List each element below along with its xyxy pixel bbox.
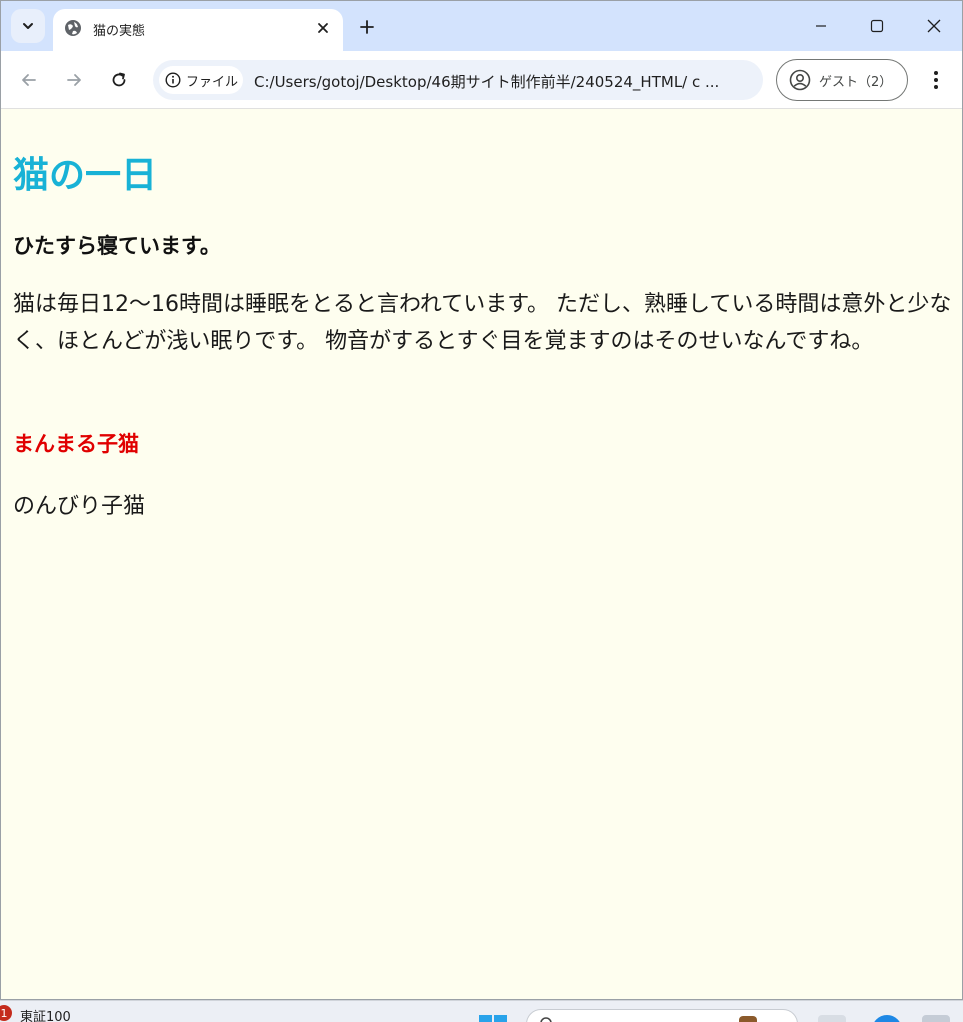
search-highlight-icon (739, 1016, 757, 1022)
minimize-icon (816, 25, 826, 27)
page-paragraph: 猫は毎日12〜16時間は睡眠をとると言われています。 ただし、熟睡している時間は… (13, 292, 952, 354)
windows-start-icon[interactable] (478, 1014, 508, 1022)
back-button[interactable] (14, 65, 44, 95)
maximize-icon (870, 19, 884, 33)
stock-widget-label[interactable]: 東証100 (20, 1006, 71, 1022)
search-icon (540, 1017, 552, 1022)
taskbar-app-icon[interactable] (922, 1015, 950, 1022)
maximize-button[interactable] (862, 11, 892, 41)
site-info-chip[interactable]: ファイル (159, 66, 243, 94)
plus-icon (360, 20, 374, 34)
profile-icon (789, 69, 811, 91)
browser-window: 猫の実態 ファイル C:/Users/gotoj/Desktop/46期サイト制… (0, 0, 963, 1000)
info-icon (165, 72, 181, 88)
reload-icon (112, 72, 126, 87)
url-text[interactable]: C:/Users/gotoj/Desktop/46期サイト制作前半/240524… (254, 71, 719, 92)
browser-toolbar: ファイル C:/Users/gotoj/Desktop/46期サイト制作前半/2… (1, 51, 962, 109)
page-paragraph-2: のんびり子猫 (13, 494, 146, 519)
page-content: 猫の一日 ひたすら寝ています。 猫は毎日12〜16時間は睡眠をとると言われていま… (1, 110, 962, 999)
arrow-right-icon (67, 74, 81, 86)
reload-button[interactable] (104, 65, 134, 95)
profile-button[interactable]: ゲスト（2） (776, 59, 908, 101)
page-heading: 猫の一日 (13, 155, 158, 196)
tab-title: 猫の実態 (93, 24, 146, 39)
window-close-button[interactable] (919, 11, 949, 41)
taskbar-app-icon[interactable] (872, 1015, 902, 1022)
globe-icon (65, 20, 81, 36)
page-subheading: ひたすら寝ています。 (13, 234, 221, 258)
red-heading: まんまる子猫 (13, 432, 139, 456)
address-bar[interactable]: ファイル C:/Users/gotoj/Desktop/46期サイト制作前半/2… (153, 60, 763, 100)
taskbar: 1 東証100 (0, 1000, 963, 1022)
browser-menu-button[interactable] (921, 65, 951, 95)
minimize-button[interactable] (806, 11, 836, 41)
chevron-down-icon (23, 23, 33, 29)
tab-active[interactable]: 猫の実態 (53, 9, 343, 51)
close-icon (927, 19, 941, 33)
arrow-left-icon (22, 74, 36, 86)
taskbar-app-icon[interactable] (818, 1015, 846, 1022)
tab-strip: 猫の実態 (1, 1, 962, 51)
profile-label: ゲスト（2） (819, 74, 893, 90)
tab-close-button[interactable] (311, 16, 335, 40)
new-tab-button[interactable] (353, 13, 381, 41)
site-info-label: ファイル (186, 74, 239, 90)
close-icon (318, 23, 328, 33)
notification-badge: 1 (0, 1005, 12, 1021)
tab-search-button[interactable] (11, 9, 45, 43)
taskbar-search-box[interactable] (526, 1009, 798, 1022)
more-vertical-icon (934, 71, 938, 89)
forward-button[interactable] (59, 65, 89, 95)
